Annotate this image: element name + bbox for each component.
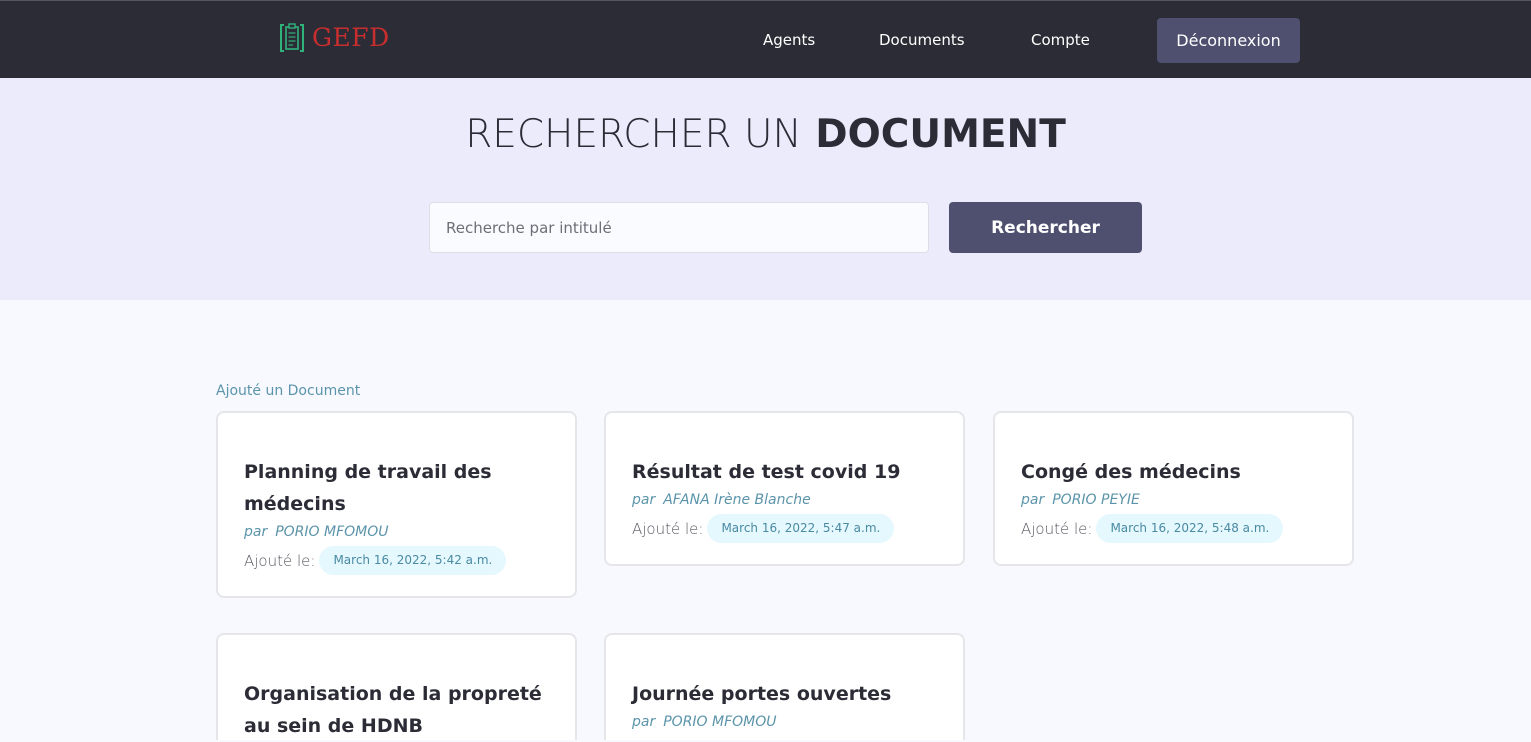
search-input[interactable]	[429, 202, 929, 253]
page-title-bold: DOCUMENT	[815, 112, 1066, 157]
nav-link-agents[interactable]: Agents	[763, 30, 815, 50]
document-date-row: Ajouté le: March 16, 2022, 5:48 a.m.	[1021, 514, 1332, 543]
author-name: PORIO MFOMOU	[663, 714, 777, 730]
document-title[interactable]: Résultat de test covid 19	[632, 456, 932, 488]
author-prefix: par	[632, 492, 656, 508]
document-author: par PORIO MFOMOU	[632, 710, 943, 734]
author-name: PORIO PEYIE	[1052, 492, 1140, 508]
document-card[interactable]: Planning de travail des médecins par PORI…	[216, 411, 577, 598]
date-label: Ajouté le:	[632, 519, 704, 538]
navbar: GEFD Agents Documents Compte Déconnexion	[0, 0, 1531, 78]
author-name: AFANA Irène Blanche	[663, 492, 811, 508]
add-document-link[interactable]: Ajouté un Document	[216, 382, 360, 400]
document-card[interactable]: Organisation de la propreté au sein de H…	[216, 633, 577, 740]
document-title[interactable]: Planning de travail des médecins	[244, 456, 544, 520]
document-card[interactable]: Congé des médecins par PORIO PEYIE Ajouté…	[993, 411, 1354, 566]
page-title-light: RECHERCHER UN	[465, 112, 802, 157]
document-author: par AFANA Irène Blanche	[632, 488, 943, 512]
document-date-row: Ajouté le: March 16, 2022, 5:42 a.m.	[244, 546, 555, 575]
page-title: RECHERCHER UN DOCUMENT	[0, 110, 1531, 160]
date-label: Ajouté le:	[244, 551, 316, 570]
document-title[interactable]: Organisation de la propreté au sein de H…	[244, 678, 544, 742]
logout-button[interactable]: Déconnexion	[1157, 18, 1300, 63]
document-logo-icon	[280, 23, 304, 52]
author-prefix: par	[1021, 492, 1045, 508]
date-label: Ajouté le:	[1021, 519, 1093, 538]
author-name: PORIO MFOMOU	[275, 524, 389, 540]
nav-link-compte[interactable]: Compte	[1031, 30, 1090, 50]
search-button[interactable]: Rechercher	[949, 202, 1142, 253]
brand-logo[interactable]: GEFD	[278, 22, 390, 54]
date-badge: March 16, 2022, 5:47 a.m.	[707, 514, 895, 543]
document-date-row: Ajouté le: March 16, 2022, 5:47 a.m.	[632, 514, 943, 543]
document-title[interactable]: Journée portes ouvertes	[632, 678, 932, 710]
date-badge: March 16, 2022, 5:42 a.m.	[319, 546, 507, 575]
document-card[interactable]: Résultat de test covid 19 par AFANA Irène…	[604, 411, 965, 566]
document-author: par PORIO PEYIE	[1021, 488, 1332, 512]
date-badge: March 16, 2022, 5:48 a.m.	[1096, 514, 1284, 543]
document-title[interactable]: Congé des médecins	[1021, 456, 1321, 488]
search-hero: RECHERCHER UN DOCUMENT Rechercher	[0, 78, 1531, 300]
author-prefix: par	[244, 524, 268, 540]
nav-link-documents[interactable]: Documents	[879, 30, 965, 50]
document-card[interactable]: Journée portes ouvertes par PORIO MFOMOU	[604, 633, 965, 740]
document-author: par PORIO MFOMOU	[244, 520, 555, 544]
author-prefix: par	[632, 714, 656, 730]
brand-name: GEFD	[312, 23, 390, 52]
